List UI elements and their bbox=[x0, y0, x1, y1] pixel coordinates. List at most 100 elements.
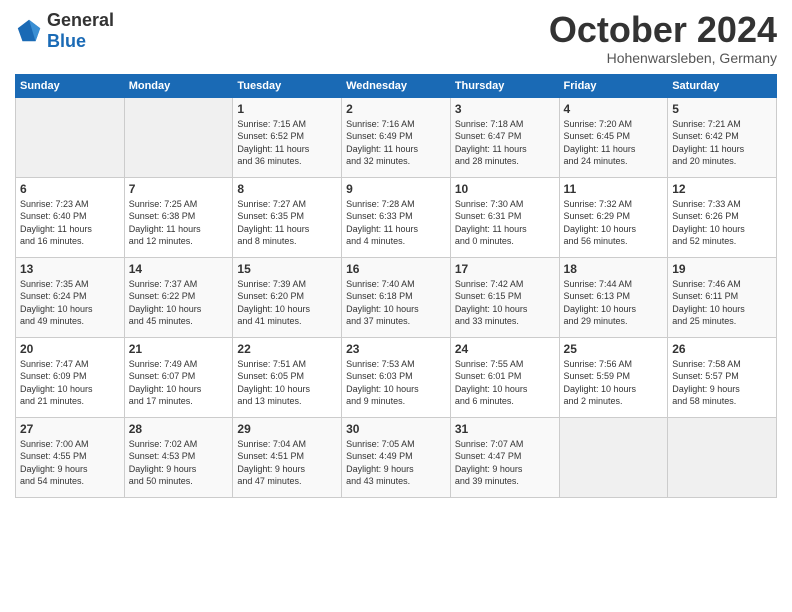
cell-w5-d5: 31 Sunrise: 7:07 AM Sunset: 4:47 PM Dayli… bbox=[450, 417, 559, 497]
cell-w2-d2: 7Sunrise: 7:25 AM Sunset: 6:38 PM Daylig… bbox=[124, 177, 233, 257]
cell-w5-d4: 30Sunrise: 7:05 AM Sunset: 4:49 PM Dayli… bbox=[342, 417, 451, 497]
col-tuesday: Tuesday bbox=[233, 74, 342, 97]
cell-w2-d3: 8 Sunrise: 7:27 AM Sunset: 6:35 PM Daylig… bbox=[233, 177, 342, 257]
day-number: 22 bbox=[237, 342, 337, 356]
day-number: 28 bbox=[129, 422, 229, 436]
day-number: 18 bbox=[564, 262, 664, 276]
day-number: 27 bbox=[20, 422, 120, 436]
day-info: Sunrise: 7:23 AM Sunset: 6:40 PM Dayligh… bbox=[20, 198, 120, 248]
day-info: Sunrise: 7:32 AM Sunset: 6:29 PM Dayligh… bbox=[564, 198, 664, 248]
day-number: 16 bbox=[346, 262, 446, 276]
day-info: Sunrise: 7:55 AM Sunset: 6:01 PM Dayligh… bbox=[455, 358, 555, 408]
day-info: Sunrise: 7:27 AM Sunset: 6:35 PM Dayligh… bbox=[237, 198, 337, 248]
day-number: 6 bbox=[20, 182, 120, 196]
day-info: Sunrise: 7:49 AM Sunset: 6:07 PM Dayligh… bbox=[129, 358, 229, 408]
day-number: 23 bbox=[346, 342, 446, 356]
day-info: Sunrise: 7:07 AM Sunset: 4:47 PM Dayligh… bbox=[455, 438, 555, 488]
cell-w2-d7: 12 Sunrise: 7:33 AM Sunset: 6:26 PM Dayli… bbox=[668, 177, 777, 257]
col-monday: Monday bbox=[124, 74, 233, 97]
cell-w3-d1: 13Sunrise: 7:35 AM Sunset: 6:24 PM Dayli… bbox=[16, 257, 125, 337]
cell-w5-d1: 27 Sunrise: 7:00 AM Sunset: 4:55 PM Dayli… bbox=[16, 417, 125, 497]
day-info: Sunrise: 7:00 AM Sunset: 4:55 PM Dayligh… bbox=[20, 438, 120, 488]
logo-icon bbox=[15, 17, 43, 45]
cell-w3-d5: 17Sunrise: 7:42 AM Sunset: 6:15 PM Dayli… bbox=[450, 257, 559, 337]
day-number: 12 bbox=[672, 182, 772, 196]
month-title: October 2024 bbox=[549, 10, 777, 50]
cell-w5-d3: 29Sunrise: 7:04 AM Sunset: 4:51 PM Dayli… bbox=[233, 417, 342, 497]
logo-general: General bbox=[47, 10, 114, 30]
day-number: 13 bbox=[20, 262, 120, 276]
day-number: 24 bbox=[455, 342, 555, 356]
day-number: 1 bbox=[237, 102, 337, 116]
cell-w5-d6 bbox=[559, 417, 668, 497]
week-row-5: 27 Sunrise: 7:00 AM Sunset: 4:55 PM Dayli… bbox=[16, 417, 777, 497]
day-info: Sunrise: 7:04 AM Sunset: 4:51 PM Dayligh… bbox=[237, 438, 337, 488]
day-number: 2 bbox=[346, 102, 446, 116]
cell-w5-d2: 28 Sunrise: 7:02 AM Sunset: 4:53 PM Dayli… bbox=[124, 417, 233, 497]
day-info: Sunrise: 7:28 AM Sunset: 6:33 PM Dayligh… bbox=[346, 198, 446, 248]
cell-w4-d6: 25 Sunrise: 7:56 AM Sunset: 5:59 PM Dayli… bbox=[559, 337, 668, 417]
day-number: 7 bbox=[129, 182, 229, 196]
location: Hohenwarsleben, Germany bbox=[549, 50, 777, 66]
day-number: 5 bbox=[672, 102, 772, 116]
col-friday: Friday bbox=[559, 74, 668, 97]
day-number: 25 bbox=[564, 342, 664, 356]
day-info: Sunrise: 7:33 AM Sunset: 6:26 PM Dayligh… bbox=[672, 198, 772, 248]
day-number: 21 bbox=[129, 342, 229, 356]
day-number: 30 bbox=[346, 422, 446, 436]
col-sunday: Sunday bbox=[16, 74, 125, 97]
week-row-1: 1 Sunrise: 7:15 AM Sunset: 6:52 PM Daylig… bbox=[16, 97, 777, 177]
cell-w5-d7 bbox=[668, 417, 777, 497]
cell-w1-d7: 5 Sunrise: 7:21 AM Sunset: 6:42 PM Daylig… bbox=[668, 97, 777, 177]
cell-w4-d4: 23 Sunrise: 7:53 AM Sunset: 6:03 PM Dayli… bbox=[342, 337, 451, 417]
header-row: Sunday Monday Tuesday Wednesday Thursday… bbox=[16, 74, 777, 97]
cell-w4-d1: 20 Sunrise: 7:47 AM Sunset: 6:09 PM Dayli… bbox=[16, 337, 125, 417]
day-number: 11 bbox=[564, 182, 664, 196]
day-number: 20 bbox=[20, 342, 120, 356]
week-row-2: 6 Sunrise: 7:23 AM Sunset: 6:40 PM Daylig… bbox=[16, 177, 777, 257]
day-number: 10 bbox=[455, 182, 555, 196]
cell-w4-d2: 21 Sunrise: 7:49 AM Sunset: 6:07 PM Dayli… bbox=[124, 337, 233, 417]
day-number: 15 bbox=[237, 262, 337, 276]
page: General Blue October 2024 Hohenwarsleben… bbox=[0, 0, 792, 612]
cell-w3-d2: 14 Sunrise: 7:37 AM Sunset: 6:22 PM Dayli… bbox=[124, 257, 233, 337]
day-info: Sunrise: 7:42 AM Sunset: 6:15 PM Dayligh… bbox=[455, 278, 555, 328]
cell-w4-d3: 22Sunrise: 7:51 AM Sunset: 6:05 PM Dayli… bbox=[233, 337, 342, 417]
day-number: 4 bbox=[564, 102, 664, 116]
cell-w3-d7: 19 Sunrise: 7:46 AM Sunset: 6:11 PM Dayli… bbox=[668, 257, 777, 337]
day-info: Sunrise: 7:18 AM Sunset: 6:47 PM Dayligh… bbox=[455, 118, 555, 168]
col-thursday: Thursday bbox=[450, 74, 559, 97]
cell-w3-d3: 15 Sunrise: 7:39 AM Sunset: 6:20 PM Dayli… bbox=[233, 257, 342, 337]
day-info: Sunrise: 7:02 AM Sunset: 4:53 PM Dayligh… bbox=[129, 438, 229, 488]
day-number: 3 bbox=[455, 102, 555, 116]
day-info: Sunrise: 7:16 AM Sunset: 6:49 PM Dayligh… bbox=[346, 118, 446, 168]
day-info: Sunrise: 7:15 AM Sunset: 6:52 PM Dayligh… bbox=[237, 118, 337, 168]
day-info: Sunrise: 7:56 AM Sunset: 5:59 PM Dayligh… bbox=[564, 358, 664, 408]
day-info: Sunrise: 7:44 AM Sunset: 6:13 PM Dayligh… bbox=[564, 278, 664, 328]
day-info: Sunrise: 7:39 AM Sunset: 6:20 PM Dayligh… bbox=[237, 278, 337, 328]
day-info: Sunrise: 7:46 AM Sunset: 6:11 PM Dayligh… bbox=[672, 278, 772, 328]
day-number: 14 bbox=[129, 262, 229, 276]
day-number: 19 bbox=[672, 262, 772, 276]
day-info: Sunrise: 7:58 AM Sunset: 5:57 PM Dayligh… bbox=[672, 358, 772, 408]
header: General Blue October 2024 Hohenwarsleben… bbox=[15, 10, 777, 66]
day-info: Sunrise: 7:40 AM Sunset: 6:18 PM Dayligh… bbox=[346, 278, 446, 328]
day-info: Sunrise: 7:53 AM Sunset: 6:03 PM Dayligh… bbox=[346, 358, 446, 408]
day-info: Sunrise: 7:37 AM Sunset: 6:22 PM Dayligh… bbox=[129, 278, 229, 328]
day-info: Sunrise: 7:21 AM Sunset: 6:42 PM Dayligh… bbox=[672, 118, 772, 168]
day-number: 8 bbox=[237, 182, 337, 196]
day-info: Sunrise: 7:47 AM Sunset: 6:09 PM Dayligh… bbox=[20, 358, 120, 408]
col-saturday: Saturday bbox=[668, 74, 777, 97]
week-row-4: 20 Sunrise: 7:47 AM Sunset: 6:09 PM Dayli… bbox=[16, 337, 777, 417]
cell-w1-d4: 2 Sunrise: 7:16 AM Sunset: 6:49 PM Daylig… bbox=[342, 97, 451, 177]
col-wednesday: Wednesday bbox=[342, 74, 451, 97]
day-info: Sunrise: 7:20 AM Sunset: 6:45 PM Dayligh… bbox=[564, 118, 664, 168]
cell-w1-d1 bbox=[16, 97, 125, 177]
cell-w1-d6: 4 Sunrise: 7:20 AM Sunset: 6:45 PM Daylig… bbox=[559, 97, 668, 177]
week-row-3: 13Sunrise: 7:35 AM Sunset: 6:24 PM Dayli… bbox=[16, 257, 777, 337]
day-number: 26 bbox=[672, 342, 772, 356]
day-number: 31 bbox=[455, 422, 555, 436]
title-block: October 2024 Hohenwarsleben, Germany bbox=[549, 10, 777, 66]
cell-w2-d1: 6 Sunrise: 7:23 AM Sunset: 6:40 PM Daylig… bbox=[16, 177, 125, 257]
cell-w1-d3: 1 Sunrise: 7:15 AM Sunset: 6:52 PM Daylig… bbox=[233, 97, 342, 177]
